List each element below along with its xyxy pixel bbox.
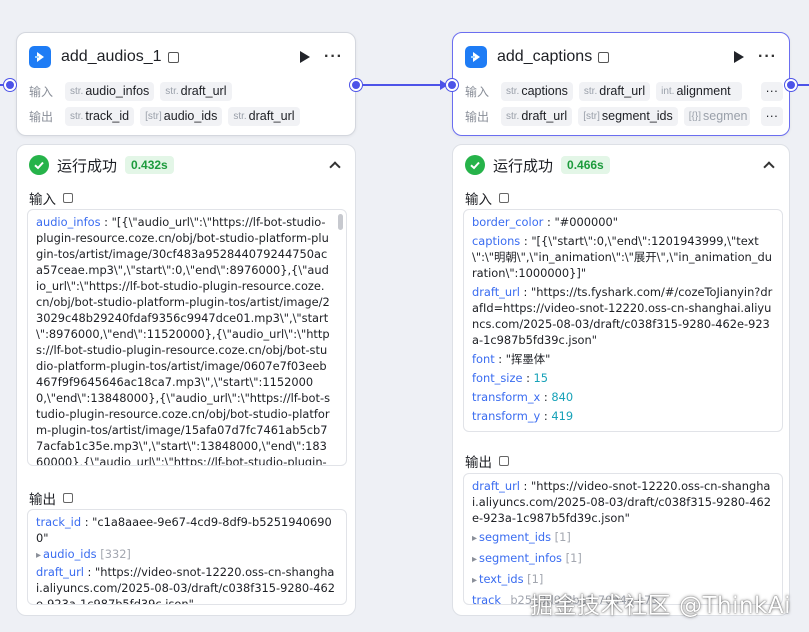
input-port[interactable] <box>4 79 16 91</box>
field-captions: captions : "[{\"start\":0,\"end\":120194… <box>472 234 772 280</box>
more-icon[interactable]: ··· <box>324 49 343 65</box>
result-time-badge: 0.466s <box>561 156 610 174</box>
check-icon <box>465 155 485 175</box>
outputs-label: 输出 <box>465 109 490 124</box>
copy-icon[interactable] <box>499 456 509 466</box>
field-font: font : "挥墨体" <box>472 352 551 366</box>
result-header[interactable]: 运行成功 0.432s <box>29 153 343 177</box>
node-add-captions[interactable]: add_captions ··· 输入 str. captions str. dra… <box>452 32 790 136</box>
copy-icon[interactable] <box>598 51 610 63</box>
input-json-panel[interactable]: audio_infos : "[{\"audio_url\":\"https:/… <box>27 209 347 466</box>
scrollbar[interactable] <box>338 214 343 230</box>
node-title: add_audios_1 <box>61 48 162 65</box>
output-draft-url: draft_url : "https://video-snot-12220.os… <box>472 479 772 525</box>
edge-node1-node2 <box>360 84 442 86</box>
node-inputs-row: 输入 str. audio_infos str. draft_url <box>29 81 343 101</box>
plugin-icon <box>29 46 51 68</box>
more-icon[interactable]: ··· <box>758 49 777 65</box>
output-audio-ids[interactable]: ▸ audio_ids [332] <box>36 546 338 564</box>
copy-icon[interactable] <box>63 193 73 203</box>
inputs-label: 输入 <box>465 84 490 99</box>
check-icon <box>29 155 49 175</box>
param-segment-infos: [{}] segmen <box>683 106 750 126</box>
chevron-right-icon: ▸ <box>472 575 478 586</box>
result-status: 运行成功 <box>57 157 118 175</box>
param-track-id: str. track_id <box>65 106 135 126</box>
param-draft-url-out: str. draft_url <box>501 106 573 126</box>
node-add-audios[interactable]: add_audios_1 ··· 输入 str. audio_infos str.… <box>16 32 356 136</box>
field-transform-y: transform_y : 419 <box>472 409 574 423</box>
node-inputs-row: 输入 str. captions str. draft_url int. alignm… <box>465 81 783 101</box>
node-header: add_audios_1 ··· <box>29 43 343 71</box>
result-header[interactable]: 运行成功 0.466s <box>465 153 777 177</box>
field-transform-x: transform_x : 840 <box>472 390 574 404</box>
param-draft-url: str. draft_url <box>160 81 232 101</box>
watermark: 掘金技术社区 @ThinkAi <box>530 593 791 619</box>
input-section-title: 输入 <box>29 188 73 208</box>
output-segment-ids[interactable]: ▸ segment_ids [1] <box>472 529 774 547</box>
more-params-icon[interactable]: ··· <box>760 81 783 101</box>
outputs-label: 输出 <box>29 109 54 124</box>
chevron-right-icon: ▸ <box>36 550 42 561</box>
param-audio-ids: [str] audio_ids <box>140 106 223 126</box>
output-port[interactable] <box>785 79 797 91</box>
output-section-title: 输出 <box>29 488 73 508</box>
output-segment-infos[interactable]: ▸ segment_infos [1] <box>472 550 774 568</box>
node-header: add_captions ··· <box>465 43 777 71</box>
field-border-color: border_color : "#000000" <box>472 215 618 229</box>
result-status: 运行成功 <box>493 157 554 175</box>
chevron-up-icon[interactable] <box>763 161 775 173</box>
edge-right-out <box>798 84 809 86</box>
chevron-right-icon: ▸ <box>472 533 478 544</box>
play-icon[interactable] <box>300 51 311 63</box>
output-track-id: track_id : "c1a8aaee-9e67-4cd9-8df9-b525… <box>36 515 332 545</box>
node-outputs-row: 输出 str. track_id [str] audio_ids str. draft… <box>29 106 343 126</box>
node-title: add_captions <box>497 48 593 65</box>
chevron-up-icon[interactable] <box>329 161 341 173</box>
chevron-right-icon: ▸ <box>472 554 478 565</box>
copy-icon[interactable] <box>499 193 509 203</box>
input-section-title: 输入 <box>465 188 509 208</box>
output-port[interactable] <box>350 79 362 91</box>
plugin-icon <box>465 46 487 68</box>
field-draft-url: draft_url : "https://ts.fyshark.com/#/co… <box>472 285 773 347</box>
output-json-panel[interactable]: track_id : "c1a8aaee-9e67-4cd9-8df9-b525… <box>27 509 347 605</box>
param-audio-infos: str. audio_infos <box>65 81 155 101</box>
output-section-title: 输出 <box>465 451 509 471</box>
field-font-size: font_size : 15 <box>472 371 549 385</box>
param-draft-url-out: str. draft_url <box>228 106 300 126</box>
copy-icon[interactable] <box>63 493 73 503</box>
inputs-label: 输入 <box>29 84 54 99</box>
param-captions: str. captions <box>501 81 573 101</box>
run-result-panel: 运行成功 0.466s 输入 border_color : "#000000" … <box>452 144 790 616</box>
param-segment-ids: [str] segment_ids <box>578 106 678 126</box>
copy-icon[interactable] <box>167 51 179 63</box>
input-json-panel[interactable]: border_color : "#000000" captions : "[{\… <box>463 209 783 432</box>
more-params-icon[interactable]: ··· <box>760 106 783 126</box>
run-result-panel: 运行成功 0.432s 输入 audio_infos : "[{\"audio_… <box>16 144 356 616</box>
output-draft-url: draft_url : "https://video-snot-12220.os… <box>36 565 336 605</box>
input-port[interactable] <box>446 79 458 91</box>
param-draft-url: str. draft_url <box>578 81 651 101</box>
node-outputs-row: 输出 str. draft_url [str] segment_ids [{}] se… <box>465 106 783 126</box>
play-icon[interactable] <box>734 51 745 63</box>
param-alignment: int. alignment <box>656 81 743 101</box>
result-time-badge: 0.432s <box>125 156 174 174</box>
